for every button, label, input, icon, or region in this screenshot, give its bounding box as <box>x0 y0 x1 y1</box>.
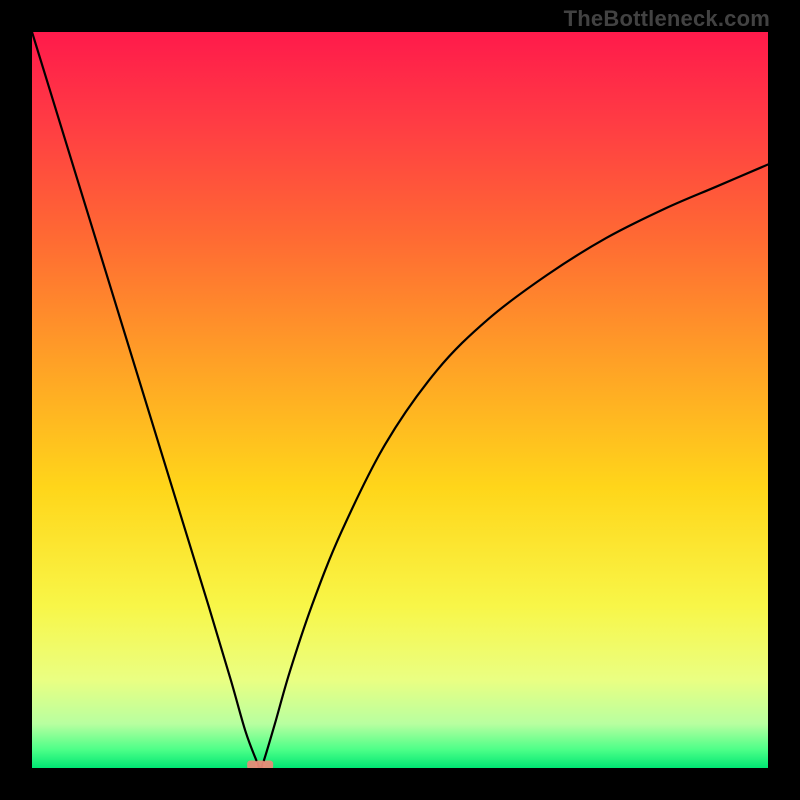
optimal-marker <box>247 761 273 768</box>
watermark-text: TheBottleneck.com <box>564 6 770 32</box>
bottleneck-curve <box>32 32 768 768</box>
curve-layer <box>32 32 768 768</box>
plot-area <box>32 32 768 768</box>
chart-frame: TheBottleneck.com <box>0 0 800 800</box>
